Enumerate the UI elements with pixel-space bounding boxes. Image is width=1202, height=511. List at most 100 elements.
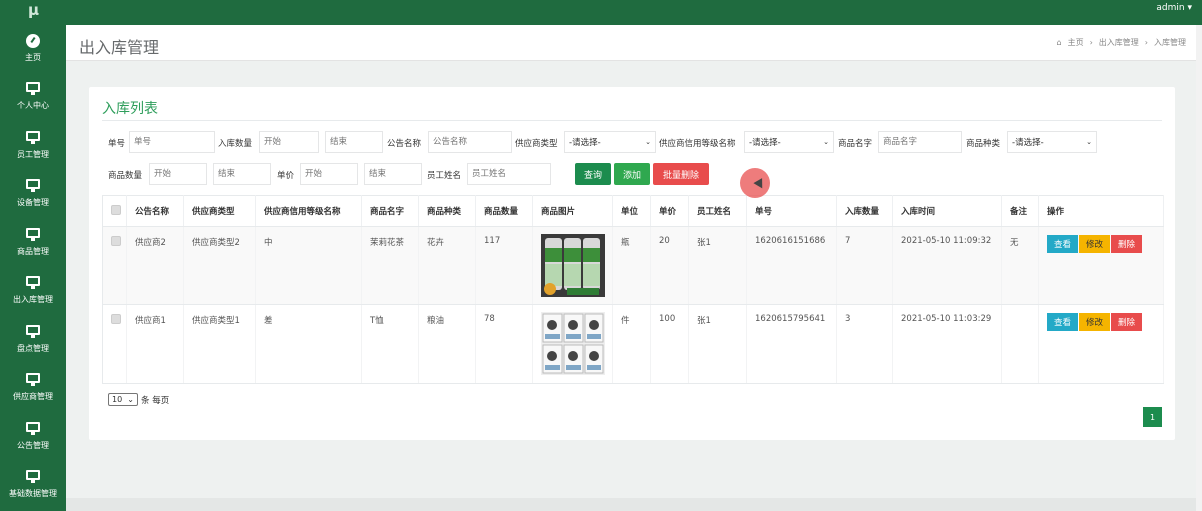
batch-delete-button[interactable]: 批量删除 <box>653 163 709 185</box>
filter-label-employee: 员工姓名 <box>427 171 462 181</box>
breadcrumb-sep: › <box>1144 38 1148 47</box>
edit-button[interactable]: 修改 <box>1079 235 1110 253</box>
add-button[interactable]: 添加 <box>614 163 650 185</box>
inbound-panel: 入库列表 单号 入库数量 公告名称 供应商类型 -请选择-⌄ 供应商信用等级名称… <box>89 87 1175 440</box>
page-header: 出入库管理 ⌂ 主页 › 出入库管理 › 入库管理 <box>66 25 1196 61</box>
cell-goods-image <box>532 304 613 384</box>
monitor-icon <box>26 82 40 96</box>
filter-label-supplier-type: 供应商类型 <box>515 139 558 149</box>
goods-qty-end-input[interactable] <box>213 163 271 185</box>
column-header: 商品名字 <box>361 195 419 227</box>
home-icon[interactable]: ⌂ <box>1057 38 1062 47</box>
sidebar-item-home[interactable]: 主页 <box>0 24 66 73</box>
select-all-header[interactable] <box>102 195 127 227</box>
chevron-down-icon: ⌄ <box>1086 138 1092 146</box>
price-start-input[interactable] <box>300 163 358 185</box>
goods-kind-select[interactable]: -请选择- ⌄ <box>1007 131 1097 153</box>
jasmine-tea-product-image[interactable] <box>541 234 605 297</box>
sidebar-item-goods[interactable]: 商品管理 <box>0 218 66 267</box>
tshirt-product-image[interactable] <box>541 312 605 375</box>
breadcrumb-home[interactable]: 主页 <box>1068 37 1084 48</box>
supplier-type-select[interactable]: -请选择- ⌄ <box>564 131 656 153</box>
cell-unit: 瓶 <box>612 226 651 305</box>
sidebar-item-notices[interactable]: 公告管理 <box>0 412 66 461</box>
monitor-icon <box>26 470 40 484</box>
cell-goods-kind: 粮油 <box>418 304 476 384</box>
sidebar-item-devices[interactable]: 设备管理 <box>0 170 66 219</box>
monitor-icon <box>26 130 40 145</box>
cell-price: 20 <box>650 226 689 305</box>
ruku-qty-end-input[interactable] <box>325 131 383 153</box>
sidebar-item-suppliers[interactable]: 供应商管理 <box>0 364 66 413</box>
divider <box>102 120 1162 121</box>
goods-qty-start-input[interactable] <box>149 163 207 185</box>
employee-input[interactable] <box>467 163 551 185</box>
column-header: 单号 <box>746 195 837 227</box>
sidebar-item-inventory[interactable]: 盘点管理 <box>0 315 66 364</box>
delete-button[interactable]: 删除 <box>1111 313 1142 331</box>
danhao-input[interactable] <box>129 131 215 153</box>
select-all-checkbox[interactable] <box>111 204 121 215</box>
filter-label-goods-kind: 商品种类 <box>966 139 1001 149</box>
cell-inbound-qty: 7 <box>836 226 893 305</box>
column-header: 入库时间 <box>892 195 1002 227</box>
app-logo: μ <box>28 1 40 19</box>
chevron-down-icon: ⌄ <box>645 138 651 146</box>
column-header: 商品图片 <box>532 195 613 227</box>
cell-order-no: 1620616151686 <box>746 226 837 305</box>
table-row: 供应商1 供应商类型1 差 T恤 粮油 78 件 100 张1 16206157… <box>102 304 1164 384</box>
user-menu[interactable]: admin ▾ <box>1156 3 1192 13</box>
row-checkbox[interactable] <box>111 314 121 324</box>
monitor-icon <box>26 227 40 242</box>
cell-inbound-time: 2021-05-10 11:09:32 <box>892 226 1002 305</box>
cell-inbound-time: 2021-05-10 11:03:29 <box>892 304 1002 384</box>
edit-button[interactable]: 修改 <box>1079 313 1110 331</box>
supplier-level-select[interactable]: -请选择- ⌄ <box>744 131 834 153</box>
goods-name-input[interactable] <box>878 131 962 153</box>
column-header: 商品种类 <box>418 195 476 227</box>
page-size-control: 10 ⌄ 条 每页 <box>108 393 169 406</box>
column-header: 员工姓名 <box>688 195 747 227</box>
cell-supplier-level: 差 <box>255 304 362 384</box>
breadcrumb-inout[interactable]: 出入库管理 <box>1099 37 1139 48</box>
column-header: 操作 <box>1038 195 1164 227</box>
cell-note <box>1001 304 1039 384</box>
monitor-icon <box>26 276 40 290</box>
notice-input[interactable] <box>428 131 512 153</box>
column-header: 备注 <box>1001 195 1039 227</box>
cell-order-no: 1620615795641 <box>746 304 837 384</box>
search-button[interactable]: 查询 <box>575 163 611 185</box>
cell-goods-image <box>532 226 613 305</box>
dashboard-icon <box>26 33 40 48</box>
cell-employee: 张1 <box>688 226 747 305</box>
cell-goods-kind: 花卉 <box>418 226 476 305</box>
sidebar-item-inout[interactable]: 出入库管理 <box>0 267 66 316</box>
view-button[interactable]: 查看 <box>1047 235 1078 253</box>
page-size-select[interactable]: 10 ⌄ <box>108 393 138 406</box>
monitor-icon <box>26 421 40 436</box>
price-end-input[interactable] <box>364 163 422 185</box>
page-number-current[interactable]: 1 <box>1143 407 1162 427</box>
view-button[interactable]: 查看 <box>1047 313 1078 331</box>
cell-supplier-type: 供应商类型2 <box>183 226 256 305</box>
panel-title: 入库列表 <box>102 101 158 117</box>
cell-note: 无 <box>1001 226 1039 305</box>
cell-goods-name: T恤 <box>361 304 419 384</box>
cell-inbound-qty: 3 <box>836 304 893 384</box>
scrollbar[interactable] <box>1196 25 1202 511</box>
filter-label-danhao: 单号 <box>108 139 126 149</box>
sidebar-item-employees[interactable]: 员工管理 <box>0 121 66 170</box>
ruku-qty-start-input[interactable] <box>259 131 319 153</box>
row-checkbox[interactable] <box>111 236 121 246</box>
delete-button[interactable]: 删除 <box>1111 235 1142 253</box>
top-bar: admin ▾ <box>66 0 1202 25</box>
column-header: 入库数量 <box>836 195 893 227</box>
bottom-strip <box>66 498 1202 511</box>
table-row: 供应商2 供应商类型2 中 茉莉花茶 花卉 117 瓶 20 张1 162061… <box>102 226 1164 305</box>
sidebar-item-profile[interactable]: 个人中心 <box>0 73 66 122</box>
column-header: 供应商信用等级名称 <box>255 195 362 227</box>
page-title: 出入库管理 <box>79 38 160 57</box>
sidebar-item-basedata[interactable]: 基础数据管理 <box>0 461 66 510</box>
filter-label-goods-name: 商品名字 <box>838 139 873 149</box>
table-header-row: 公告名称 供应商类型 供应商信用等级名称 商品名字 商品种类 商品数量 商品图片… <box>102 195 1164 227</box>
